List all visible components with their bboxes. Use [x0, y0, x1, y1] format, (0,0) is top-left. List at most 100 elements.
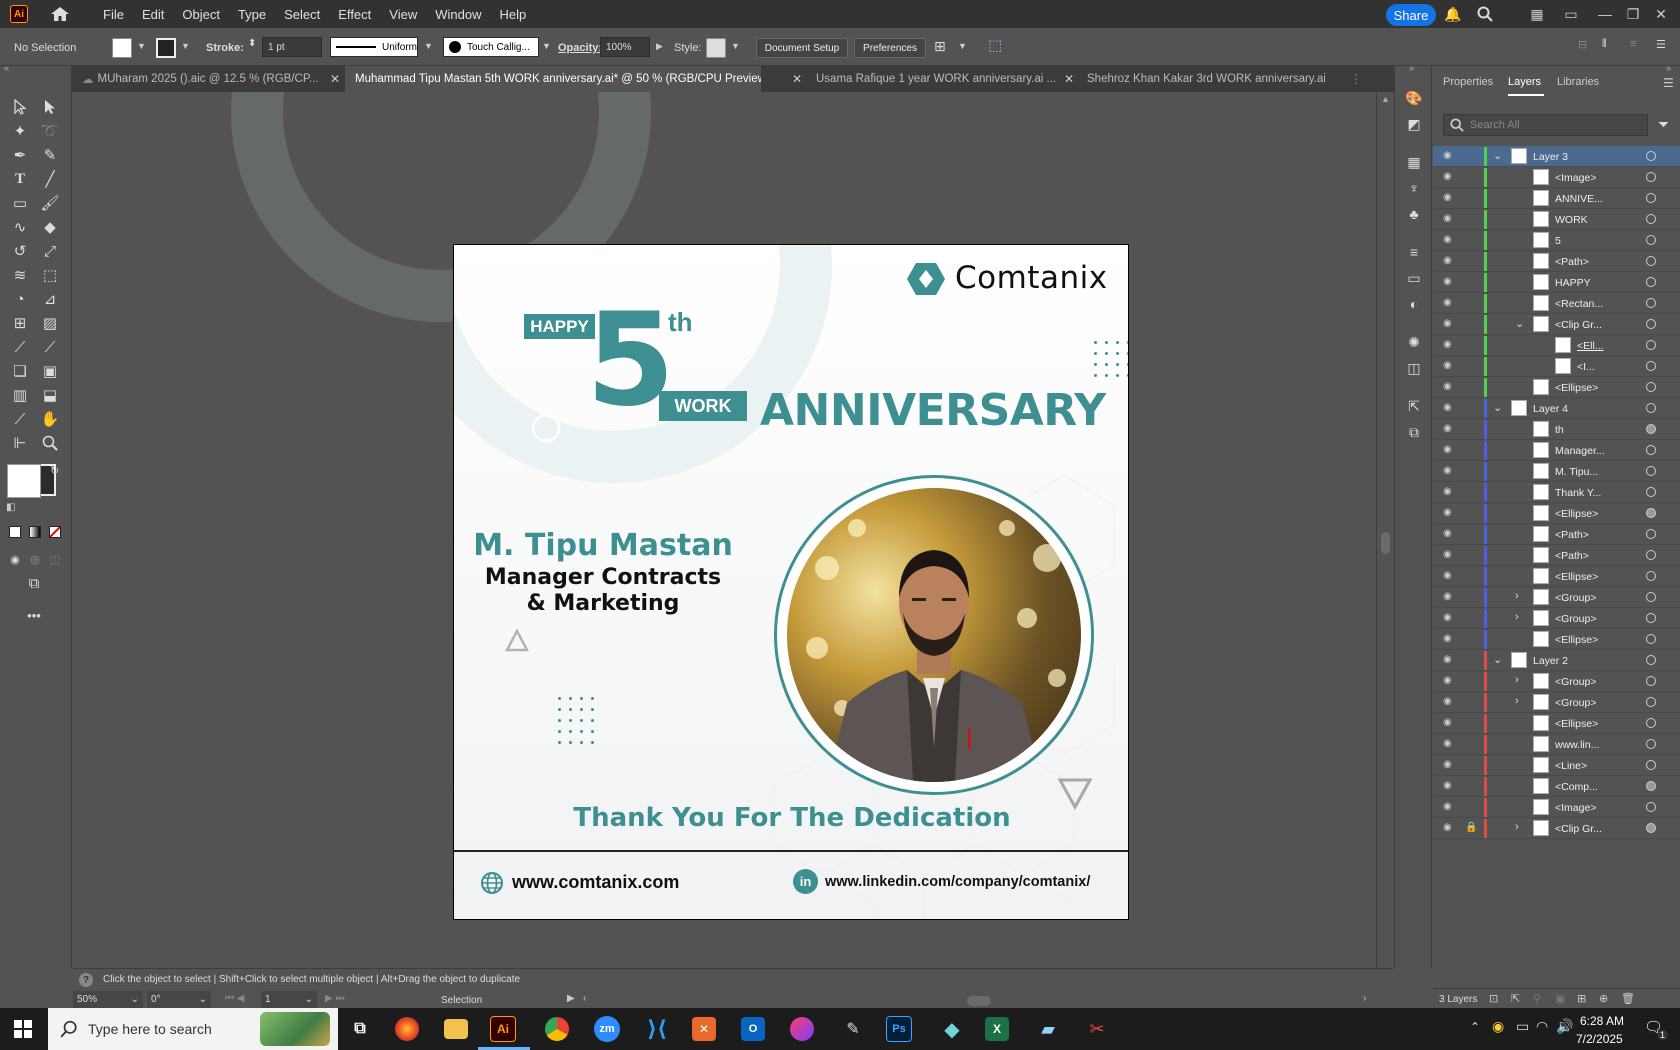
- file-explorer-icon[interactable]: [444, 1019, 468, 1039]
- sublayer-row[interactable]: ◉ <Ellipse>: [1433, 377, 1680, 398]
- lock-toggle-icon[interactable]: 🔒: [1465, 822, 1477, 833]
- target-circle-icon[interactable]: [1646, 718, 1656, 728]
- chevron-down-icon[interactable]: ▼: [137, 41, 146, 51]
- print-tiling-icon[interactable]: ⊩: [9, 432, 31, 454]
- menu-object[interactable]: Object: [173, 7, 229, 22]
- panel-menu-icon[interactable]: ☰: [1663, 76, 1674, 90]
- target-circle-icon[interactable]: [1646, 214, 1656, 224]
- target-circle-icon[interactable]: [1646, 172, 1656, 182]
- chevron-down-icon[interactable]: ▼: [424, 41, 433, 51]
- scroll-left-icon[interactable]: ‹: [583, 993, 586, 1004]
- more-tabs-icon[interactable]: ⋮: [1350, 72, 1362, 86]
- snipping-tool-icon[interactable]: ✂: [1082, 1014, 1112, 1044]
- pen-app-icon[interactable]: ✎: [838, 1014, 868, 1044]
- chevron-down-icon[interactable]: ⌄: [1493, 653, 1502, 666]
- close-icon[interactable]: ✕: [1064, 72, 1074, 86]
- taskbar-search[interactable]: Type here to search: [48, 1008, 338, 1050]
- home-icon[interactable]: [50, 6, 70, 22]
- illustrator-taskbar-icon[interactable]: Ai: [490, 1016, 516, 1042]
- bell-icon[interactable]: 🔔: [1444, 5, 1462, 23]
- visibility-eye-icon[interactable]: ◉: [1443, 381, 1455, 393]
- target-circle-icon[interactable]: [1646, 382, 1656, 392]
- chevron-right-icon[interactable]: ›: [1515, 674, 1519, 686]
- visibility-eye-icon[interactable]: ◉: [1443, 213, 1455, 225]
- chevron-right-icon[interactable]: ›: [1515, 611, 1519, 623]
- chevron-right-icon[interactable]: ›: [1515, 590, 1519, 602]
- gradient-panel-icon[interactable]: ▭: [1404, 268, 1424, 288]
- visibility-eye-icon[interactable]: ◉: [1443, 549, 1455, 561]
- target-circle-icon[interactable]: [1646, 466, 1656, 476]
- close-icon[interactable]: ✕: [330, 72, 340, 86]
- menu-select[interactable]: Select: [275, 7, 329, 22]
- visibility-eye-icon[interactable]: ◉: [1443, 654, 1455, 666]
- perspective-icon[interactable]: ⊿: [39, 288, 61, 310]
- collapse-icon[interactable]: »: [1666, 63, 1671, 73]
- sublayer-row[interactable]: ◉ WORK: [1433, 209, 1680, 230]
- target-circle-icon[interactable]: [1646, 340, 1656, 350]
- sublayer-row[interactable]: ◉ <Ellipse>: [1433, 503, 1680, 524]
- notepad-icon[interactable]: ▰: [1033, 1014, 1063, 1044]
- rectangle-tool-icon[interactable]: ▭: [9, 192, 31, 214]
- restore-icon[interactable]: ❐: [1624, 5, 1642, 23]
- share-button[interactable]: Share: [1386, 4, 1436, 26]
- help-icon[interactable]: ?: [79, 973, 93, 987]
- target-circle-icon[interactable]: [1646, 760, 1656, 770]
- brush-select[interactable]: Touch Callig...: [443, 37, 539, 57]
- stepper-icon[interactable]: ⬍: [248, 38, 256, 49]
- visibility-eye-icon[interactable]: ◉: [1443, 297, 1455, 309]
- target-circle-icon[interactable]: [1646, 781, 1656, 791]
- sublayer-row[interactable]: ◉ <Ell...: [1433, 335, 1680, 356]
- sublayer-row[interactable]: ◉ <Line>: [1433, 755, 1680, 776]
- layer-row[interactable]: ◉ ⌄ Layer 4: [1433, 398, 1680, 419]
- visibility-eye-icon[interactable]: ◉: [1443, 801, 1455, 813]
- target-circle-icon[interactable]: [1646, 487, 1656, 497]
- excel-icon[interactable]: X: [985, 1017, 1009, 1041]
- shaper-icon[interactable]: ∿: [9, 216, 31, 238]
- hand-tool-icon[interactable]: ✋: [39, 408, 61, 430]
- clock-date[interactable]: 7/2/2025: [1576, 1032, 1623, 1046]
- visibility-eye-icon[interactable]: ◉: [1443, 570, 1455, 582]
- sublayer-row[interactable]: ◉ ⌄ <Clip Gr...: [1433, 314, 1680, 335]
- layer-name[interactable]: th: [1555, 424, 1633, 436]
- sublayer-row[interactable]: ◉ <Ellipse>: [1433, 629, 1680, 650]
- target-circle-icon[interactable]: [1646, 802, 1656, 812]
- free-transform-icon[interactable]: ⬚: [39, 264, 61, 286]
- scroll-right-icon[interactable]: ›: [1363, 993, 1366, 1004]
- layer-name[interactable]: HAPPY: [1555, 277, 1633, 289]
- artboards-panel-icon[interactable]: ⧉: [1404, 422, 1424, 442]
- layer-name[interactable]: www.lin...: [1555, 739, 1633, 751]
- sublayer-row[interactable]: ◉ › <Group>: [1433, 671, 1680, 692]
- visibility-eye-icon[interactable]: ◉: [1443, 591, 1455, 603]
- sublayer-row[interactable]: ◉ Thank Y...: [1433, 482, 1680, 503]
- target-circle-icon[interactable]: [1646, 151, 1656, 161]
- new-layer-icon[interactable]: ⊕: [1599, 992, 1608, 1005]
- layer-name[interactable]: Layer 4: [1533, 403, 1633, 415]
- default-colors-icon[interactable]: ◧: [6, 502, 15, 513]
- lasso-icon[interactable]: ➰: [39, 120, 61, 142]
- sublayer-row[interactable]: ◉ <Ellipse>: [1433, 566, 1680, 587]
- layer-name[interactable]: <Line>: [1555, 760, 1633, 772]
- workspace-icon[interactable]: ▦: [1528, 5, 1546, 23]
- visibility-eye-icon[interactable]: ◉: [1443, 486, 1455, 498]
- direct-selection-tool-icon[interactable]: [39, 96, 61, 118]
- none-mode-icon[interactable]: [49, 526, 61, 538]
- layer-name[interactable]: <Path>: [1555, 256, 1633, 268]
- target-circle-icon[interactable]: [1646, 193, 1656, 203]
- transparency-icon[interactable]: ◐: [1404, 294, 1424, 314]
- tray-app-icon[interactable]: ◉: [1492, 1018, 1504, 1035]
- stroke-panel-icon[interactable]: ≡: [1404, 242, 1424, 262]
- menu-view[interactable]: View: [380, 7, 426, 22]
- stroke-weight-input[interactable]: 1 pt: [262, 37, 322, 57]
- sublayer-row[interactable]: ◉ Manager...: [1433, 440, 1680, 461]
- outlook-icon[interactable]: O: [741, 1017, 765, 1041]
- layer-name[interactable]: <Ellipse>: [1555, 508, 1633, 520]
- chevron-down-icon[interactable]: ▼: [958, 41, 967, 51]
- menu-window[interactable]: Window: [426, 7, 490, 22]
- color-panel-icon[interactable]: 🎨: [1404, 88, 1424, 108]
- draw-behind-icon[interactable]: ◎: [24, 548, 46, 570]
- target-circle-icon[interactable]: [1646, 424, 1656, 434]
- artboard[interactable]: Comtanix HAPPY 5 th WORK ANNIVERSARY M. …: [453, 244, 1129, 920]
- layer-name[interactable]: <Ellipse>: [1555, 571, 1633, 583]
- brushes-icon[interactable]: ♆: [1404, 178, 1424, 198]
- status-menu-icon[interactable]: ▶: [567, 993, 575, 1004]
